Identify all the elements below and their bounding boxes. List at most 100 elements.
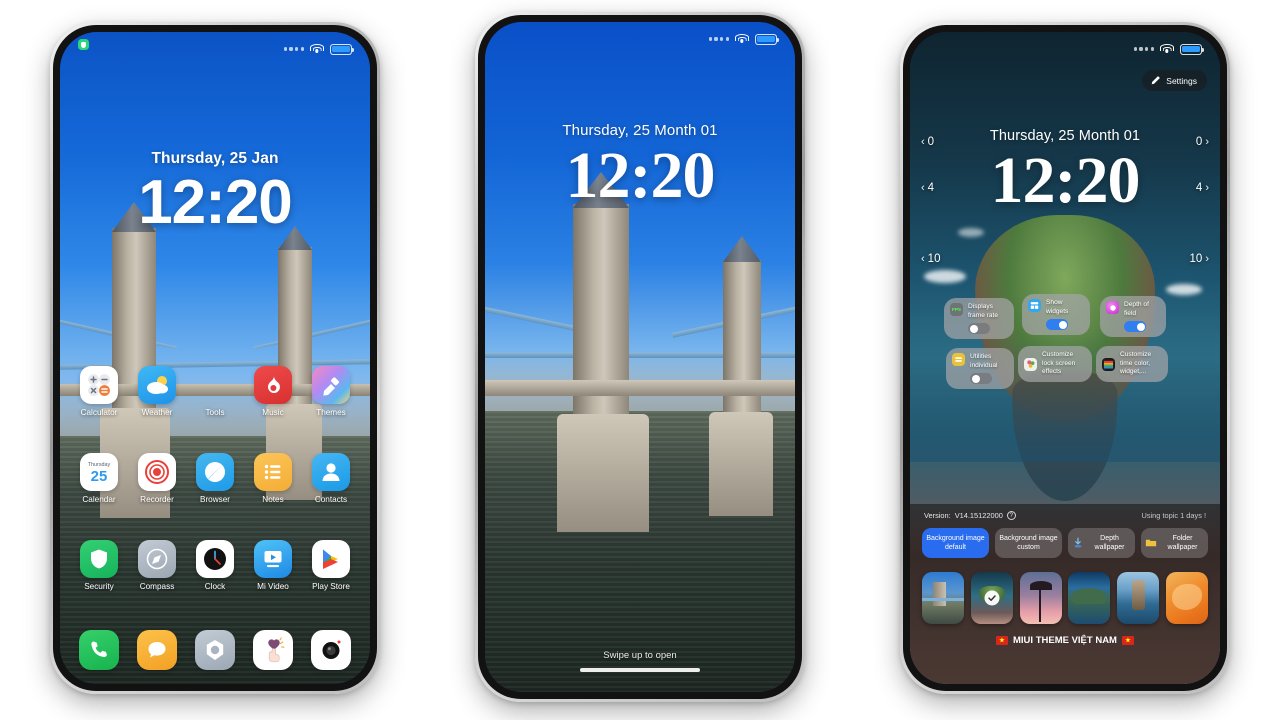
thumbnail-floating-island[interactable]: [970, 572, 1013, 625]
card-label: Depth of field: [1124, 301, 1149, 317]
card-fps[interactable]: FPS Displays frame rate: [944, 298, 1014, 340]
browser-icon: [196, 453, 234, 491]
app-label: Music: [262, 408, 284, 417]
show-widgets-toggle[interactable]: [1046, 319, 1068, 331]
app-label: Play Store: [312, 582, 350, 591]
home-indicator[interactable]: [580, 668, 700, 672]
settings-button[interactable]: Settings: [1142, 70, 1207, 91]
messages-icon[interactable]: [137, 630, 177, 670]
settings-icon[interactable]: [195, 630, 235, 670]
card-depth-of-field[interactable]: Depth of field: [1100, 296, 1166, 338]
app-label: Notes: [262, 495, 284, 504]
stepper-value: 0: [927, 136, 935, 148]
time-color-icon: [1102, 357, 1115, 371]
dock: [70, 630, 360, 670]
utilities-toggle[interactable]: [970, 373, 992, 385]
status-bar: [910, 41, 1220, 57]
battery-icon: [1180, 43, 1205, 55]
app-calculator[interactable]: Calculator: [73, 366, 125, 417]
brand-label: MIUI THEME VIỆT NAM: [1013, 635, 1117, 647]
app-browser[interactable]: Browser: [189, 453, 241, 504]
thumbnail-sea-cliff[interactable]: [1117, 572, 1160, 625]
app-clock[interactable]: Clock: [189, 540, 241, 591]
calculator-icon: [80, 366, 118, 404]
app-row-1: Calculator Weather Tools Music Themes: [70, 366, 360, 417]
chevron-left-icon: ‹: [921, 253, 925, 265]
card-time-color[interactable]: Customize time color, widget,...: [1096, 346, 1168, 383]
card-utilities[interactable]: Utilities individual: [946, 348, 1014, 390]
thumbnail-orange-abstract[interactable]: [1165, 572, 1208, 625]
swipe-hint-label: Swipe up to open: [603, 650, 677, 661]
wifi-icon: [735, 34, 749, 44]
screenshot-stage: Thursday, 25 Jan 12:20 Calculator Weathe…: [0, 0, 1280, 720]
thumbnail-palm-sunset[interactable]: [1019, 572, 1062, 625]
app-themes[interactable]: Themes: [305, 366, 357, 417]
version-info: Version: V14.15122000 ?: [924, 511, 1016, 520]
phone-icon[interactable]: [79, 630, 119, 670]
utilities-icon: [952, 353, 965, 366]
app-weather[interactable]: Weather: [131, 366, 183, 417]
weather-icon: [138, 366, 176, 404]
stepper-right-4[interactable]: 4 ›: [1196, 182, 1209, 194]
app-contacts[interactable]: Contacts: [305, 453, 357, 504]
stepper-value: 4: [1195, 182, 1203, 194]
app-label: Browser: [199, 495, 231, 504]
app-row-2: Thursday 25 Calendar Recorder Browser No…: [70, 453, 360, 504]
app-tools-folder[interactable]: Tools: [189, 366, 241, 417]
app-label: Weather: [141, 408, 173, 417]
app-row-3: Security Compass Clock Mi Video Play Sto…: [70, 540, 360, 591]
stepper-right-10[interactable]: 10 ›: [1190, 253, 1209, 265]
chevron-right-icon: ›: [1205, 182, 1209, 194]
button-depth-wallpaper[interactable]: Depth wallpaper: [1068, 528, 1135, 559]
recorder-icon: [138, 453, 176, 491]
chevron-left-icon: ‹: [921, 182, 925, 194]
lock-time: 12:20: [990, 144, 1141, 217]
folder-icon: [1145, 537, 1157, 549]
swipe-up-hint[interactable]: Swipe up to open: [485, 645, 795, 672]
themes-icon: [312, 366, 350, 404]
thumbnail-tower-bridge[interactable]: [922, 572, 964, 625]
app-play-store[interactable]: Play Store: [305, 540, 357, 591]
app-security[interactable]: Security: [73, 540, 125, 591]
app-music[interactable]: Music: [247, 366, 299, 417]
camera-icon[interactable]: [311, 630, 351, 670]
button-label: Depth wallpaper: [1094, 535, 1125, 552]
app-label: Recorder: [140, 495, 174, 504]
notes-icon: [254, 453, 292, 491]
app-notes[interactable]: Notes: [247, 453, 299, 504]
topic-status: Using topic 1 days !: [1141, 511, 1207, 520]
phone1-screen: Thursday, 25 Jan 12:20 Calculator Weathe…: [60, 32, 370, 684]
stepper-right-0[interactable]: 0 ›: [1196, 136, 1209, 148]
question-mark-icon[interactable]: ?: [1006, 511, 1016, 520]
chevron-right-icon: ›: [1205, 136, 1209, 148]
touch-heart-icon[interactable]: [253, 630, 293, 670]
lock-date: Thursday, 25 Jan: [151, 150, 279, 167]
app-calendar[interactable]: Thursday 25 Calendar: [73, 453, 125, 504]
depth-of-field-toggle[interactable]: [1124, 321, 1146, 333]
card-lock-screen-effects[interactable]: Customize lock screen effects: [1018, 346, 1092, 383]
card-label: Show widgets: [1046, 299, 1069, 315]
compass-icon: [138, 540, 176, 578]
security-icon: [80, 540, 118, 578]
thumbnail-big-sur-coast[interactable]: [1068, 572, 1111, 625]
stepper-left-0[interactable]: ‹ 0: [921, 136, 934, 148]
stepper-left-10[interactable]: ‹ 10: [921, 253, 940, 265]
button-folder-wallpaper[interactable]: Folder wallpaper: [1141, 528, 1208, 559]
phone-bezel: Thursday, 25 Jan 12:20 Calculator Weathe…: [53, 25, 377, 691]
button-label: Folder wallpaper: [1167, 535, 1198, 552]
lock-clock: Thursday, 25 Jan 12:20: [60, 150, 370, 234]
tools-folder-icon: [196, 366, 234, 404]
app-recorder[interactable]: Recorder: [131, 453, 183, 504]
app-label: Themes: [316, 408, 346, 417]
phone2-screen: Thursday, 25 Month 01 12:20 Swipe up to …: [485, 22, 795, 692]
lock-time: 12:20: [565, 139, 716, 212]
fps-toggle[interactable]: [968, 323, 990, 335]
card-show-widgets[interactable]: Show widgets: [1022, 294, 1090, 336]
app-mi-video[interactable]: Mi Video: [247, 540, 299, 591]
button-background-image-default[interactable]: Background image default: [922, 528, 989, 559]
phone3-screen: Settings Thursday, 25 Month 01 12:20 ‹ 0…: [910, 32, 1220, 684]
contacts-icon: [312, 453, 350, 491]
button-background-image-custom[interactable]: Background image custom: [995, 528, 1062, 559]
app-compass[interactable]: Compass: [131, 540, 183, 591]
stepper-left-4[interactable]: ‹ 4: [921, 182, 934, 194]
